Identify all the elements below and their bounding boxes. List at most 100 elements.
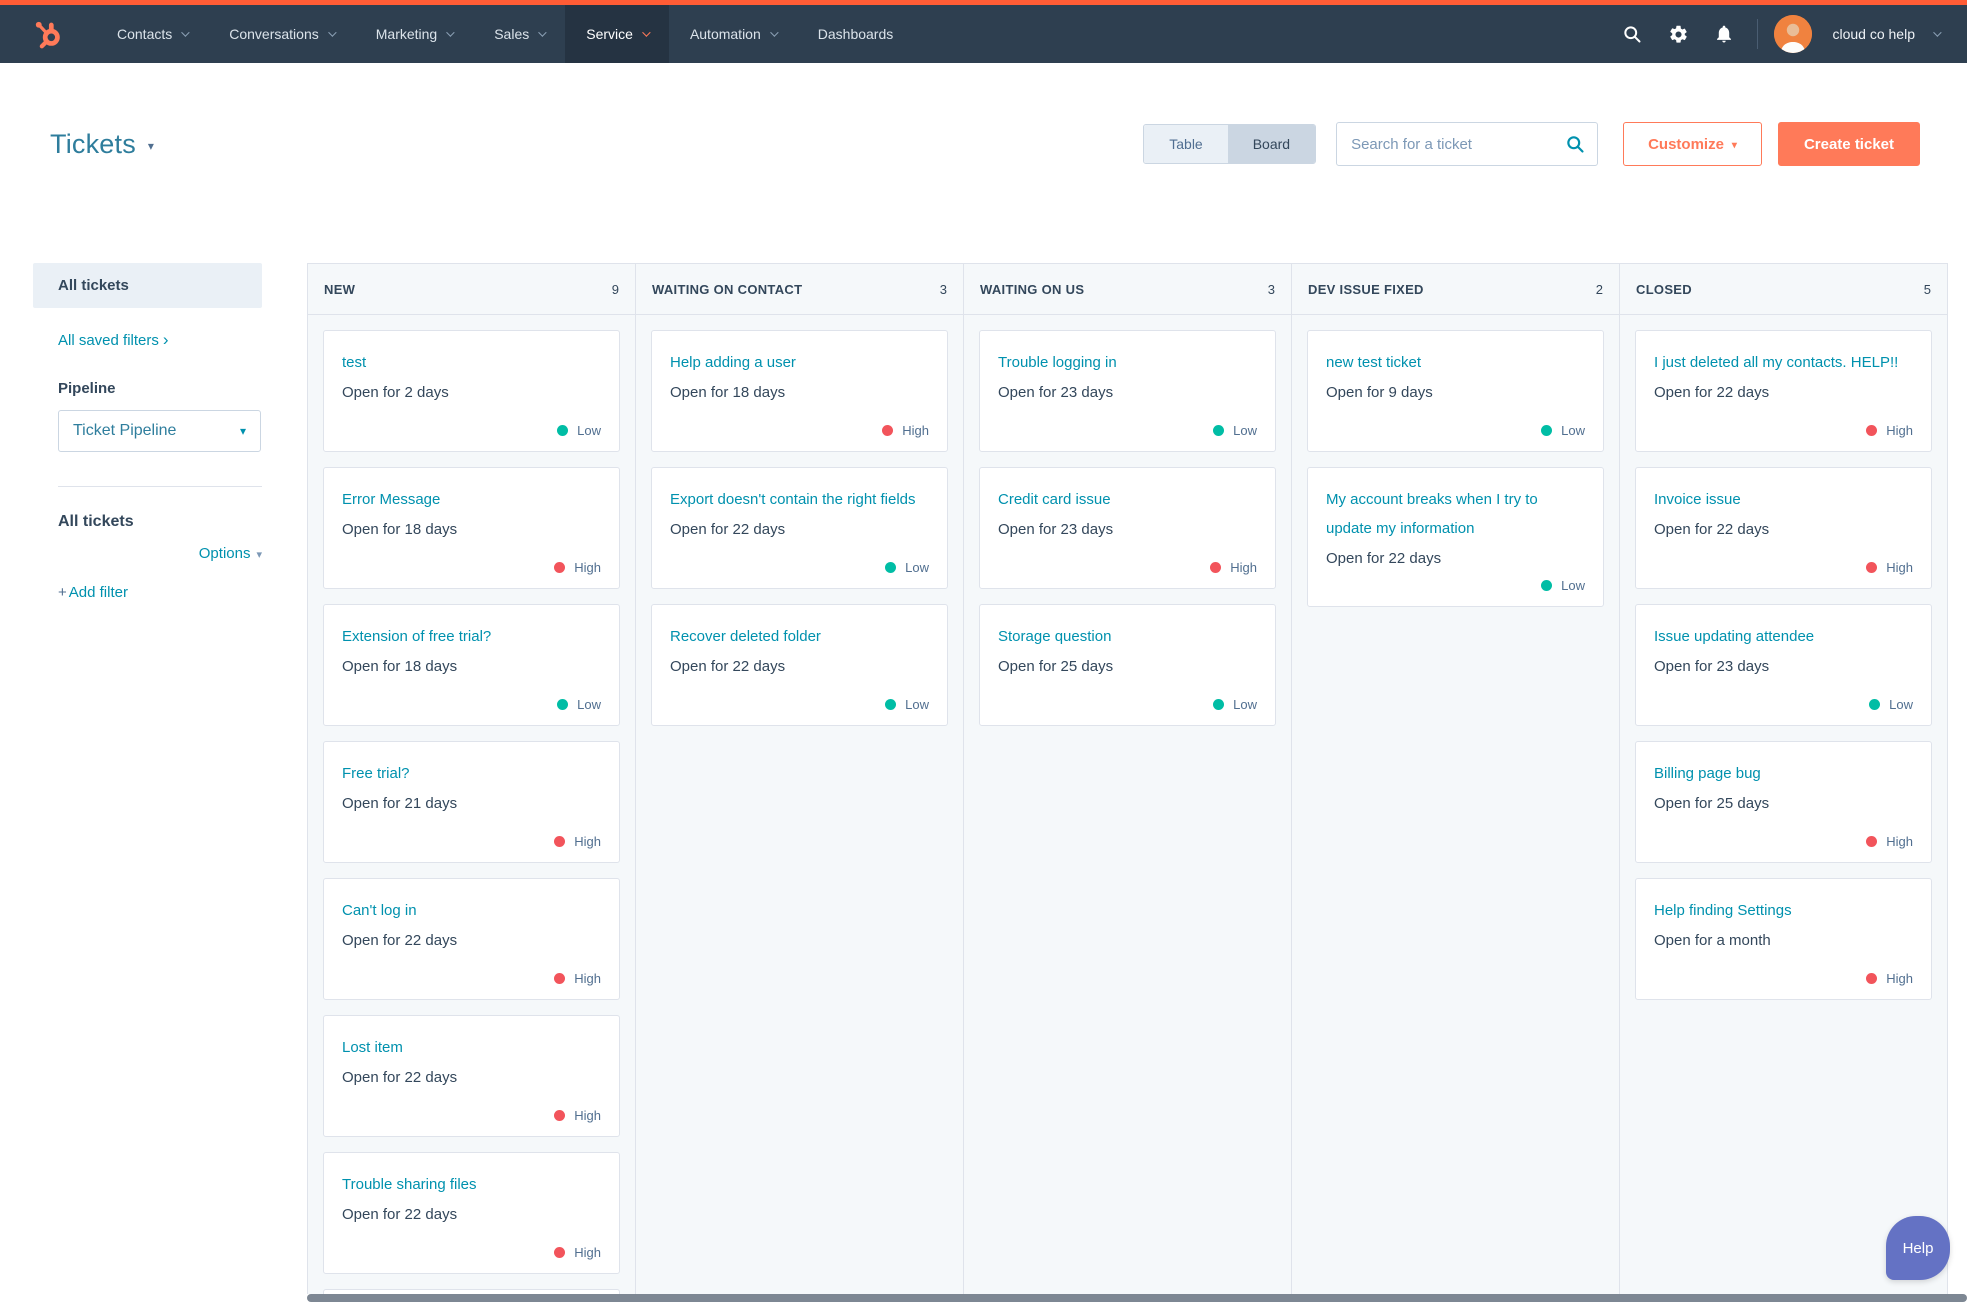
ticket-card[interactable]: My account breaks when I try to update m… (1307, 467, 1604, 607)
priority-label: High (1886, 423, 1913, 438)
global-search-icon[interactable] (1609, 5, 1655, 63)
ticket-title-link[interactable]: Trouble sharing files (342, 1170, 601, 1199)
account-menu[interactable]: cloud co help (1774, 15, 1942, 53)
add-filter-link[interactable]: + Add filter (58, 584, 262, 601)
hubspot-logo[interactable] (0, 5, 96, 63)
ticket-age: Open for 25 days (1654, 795, 1770, 812)
priority-dot-icon (882, 425, 894, 436)
ticket-card[interactable]: Trouble sharing files Open for 22 days Hig… (323, 1152, 620, 1274)
column-name: NEW (324, 281, 356, 297)
priority-dot-icon (1213, 425, 1225, 436)
ticket-card[interactable]: Billing page bug Open for 25 days High (1635, 741, 1932, 863)
options-menu[interactable]: Options ▾ (33, 545, 262, 562)
ticket-title-link[interactable]: Help finding Settings (1654, 896, 1913, 925)
ticket-card[interactable]: Issue updating attendee Open for 23 days L… (1635, 604, 1932, 726)
account-name[interactable]: cloud co help (1832, 26, 1915, 42)
ticket-title-link[interactable]: test (342, 348, 601, 377)
primary-nav-items: Contacts Conversations Marketing Sales Servi… (96, 5, 914, 63)
table-view-button[interactable]: Table (1144, 125, 1228, 163)
ticket-card[interactable]: Can't log in Open for 22 days High (323, 878, 620, 1000)
page-title-dropdown[interactable]: Tickets ▾ (50, 129, 154, 160)
ticket-priority: High (342, 1237, 601, 1260)
horizontal-scrollbar[interactable] (307, 1294, 1967, 1302)
priority-label: Low (1889, 697, 1913, 712)
ticket-card[interactable]: Trouble logging in Open for 23 days Low (979, 330, 1276, 452)
priority-label: Low (1561, 578, 1585, 593)
ticket-title-link[interactable]: Export doesn't contain the right fields (670, 485, 929, 514)
ticket-card[interactable]: Lost item Open for 22 days High (323, 1015, 620, 1137)
priority-dot-icon (1541, 580, 1553, 591)
ticket-title-link[interactable]: Error Message (342, 485, 601, 514)
ticket-priority: High (342, 1100, 601, 1123)
nav-item-automation[interactable]: Automation (669, 5, 797, 63)
ticket-card[interactable]: Help finding Settings Open for a month Hig… (1635, 878, 1932, 1000)
ticket-title-link[interactable]: new test ticket (1326, 348, 1585, 377)
ticket-card[interactable]: Free trial? Open for 21 days High (323, 741, 620, 863)
ticket-title-link[interactable]: Extension of free trial? (342, 622, 601, 651)
board-view-button[interactable]: Board (1227, 125, 1316, 163)
nav-item-dashboards[interactable]: Dashboards (797, 5, 915, 63)
ticket-title-link[interactable]: Free trial? (342, 759, 601, 788)
nav-item-marketing[interactable]: Marketing (355, 5, 473, 63)
page-title: Tickets (50, 128, 136, 159)
ticket-age: Open for 22 days (1654, 384, 1770, 401)
help-button[interactable]: Help (1886, 1216, 1950, 1280)
nav-item-contacts[interactable]: Contacts (96, 5, 208, 63)
ticket-title-link[interactable]: Help adding a user (670, 348, 929, 377)
all-saved-filters-link[interactable]: All saved filters › (58, 330, 169, 350)
ticket-search-icon[interactable] (1565, 134, 1585, 159)
column-header: NEW 9 (308, 263, 635, 315)
ticket-priority: Low (670, 689, 929, 712)
ticket-priority: Low (1326, 415, 1585, 438)
ticket-title-link[interactable]: Storage question (998, 622, 1257, 651)
column-name: DEV ISSUE FIXED (1308, 281, 1424, 297)
ticket-card[interactable]: Export doesn't contain the right fields O… (651, 467, 948, 589)
settings-gear-icon[interactable] (1655, 5, 1701, 63)
ticket-card[interactable]: new test ticket Open for 9 days Low (1307, 330, 1604, 452)
ticket-card[interactable]: Help adding a user Open for 18 days High (651, 330, 948, 452)
customize-button[interactable]: Customize ▾ (1623, 122, 1762, 166)
priority-dot-icon (1869, 699, 1881, 710)
sidebar-item-all-tickets[interactable]: All tickets (33, 263, 262, 308)
ticket-card[interactable]: test Open for 2 days Low (323, 330, 620, 452)
ticket-card[interactable]: I just deleted all my contacts. HELP!! Op… (1635, 330, 1932, 452)
priority-label: High (1886, 560, 1913, 575)
ticket-title-link[interactable]: Can't log in (342, 896, 601, 925)
title-caret-down-icon: ▾ (147, 139, 154, 153)
ticket-priority: Low (998, 689, 1257, 712)
ticket-card[interactable]: Credit card issue Open for 23 days High (979, 467, 1276, 589)
column-count: 3 (939, 281, 947, 297)
ticket-title-link[interactable]: Lost item (342, 1033, 601, 1062)
ticket-card[interactable]: Error Message Open for 18 days High (323, 467, 620, 589)
ticket-title-link[interactable]: Trouble logging in (998, 348, 1257, 377)
ticket-title-link[interactable]: Billing page bug (1654, 759, 1913, 788)
ticket-card[interactable]: Invoice issue Open for 22 days High (1635, 467, 1932, 589)
create-ticket-button[interactable]: Create ticket (1777, 122, 1920, 166)
ticket-priority: Low (998, 415, 1257, 438)
ticket-title-link[interactable]: My account breaks when I try to update m… (1326, 485, 1585, 543)
ticket-search-input[interactable] (1336, 122, 1599, 166)
ticket-card[interactable]: Extension of free trial? Open for 18 days… (323, 604, 620, 726)
chevron-down-icon (446, 28, 455, 37)
pipeline-label: Pipeline (58, 380, 116, 397)
user-avatar[interactable] (1774, 15, 1813, 53)
nav-item-sales[interactable]: Sales (473, 5, 565, 63)
ticket-priority: Low (1654, 689, 1913, 712)
ticket-card[interactable]: Recover deleted folder Open for 22 days Lo… (651, 604, 948, 726)
column-body: Help adding a user Open for 18 days High Ex… (636, 315, 963, 1294)
ticket-priority: Low (670, 552, 929, 575)
ticket-title-link[interactable]: Invoice issue (1654, 485, 1913, 514)
ticket-title-link[interactable]: Credit card issue (998, 485, 1257, 514)
ticket-age: Open for 22 days (342, 1069, 458, 1086)
column-body: I just deleted all my contacts. HELP!! Op… (1620, 315, 1947, 1294)
nav-item-conversations[interactable]: Conversations (208, 5, 355, 63)
column-header: DEV ISSUE FIXED 2 (1292, 263, 1619, 315)
board-column-waiting-on-contact: WAITING ON CONTACT 3 Help adding a user Ope… (636, 263, 964, 1294)
ticket-title-link[interactable]: Issue updating attendee (1654, 622, 1913, 651)
ticket-title-link[interactable]: Recover deleted folder (670, 622, 929, 651)
notifications-bell-icon[interactable] (1701, 5, 1747, 63)
nav-item-service[interactable]: Service (565, 5, 669, 63)
ticket-card[interactable]: Storage question Open for 25 days Low (979, 604, 1276, 726)
pipeline-select[interactable]: Ticket Pipeline ▾ (58, 410, 261, 452)
ticket-title-link[interactable]: I just deleted all my contacts. HELP!! (1654, 348, 1913, 377)
